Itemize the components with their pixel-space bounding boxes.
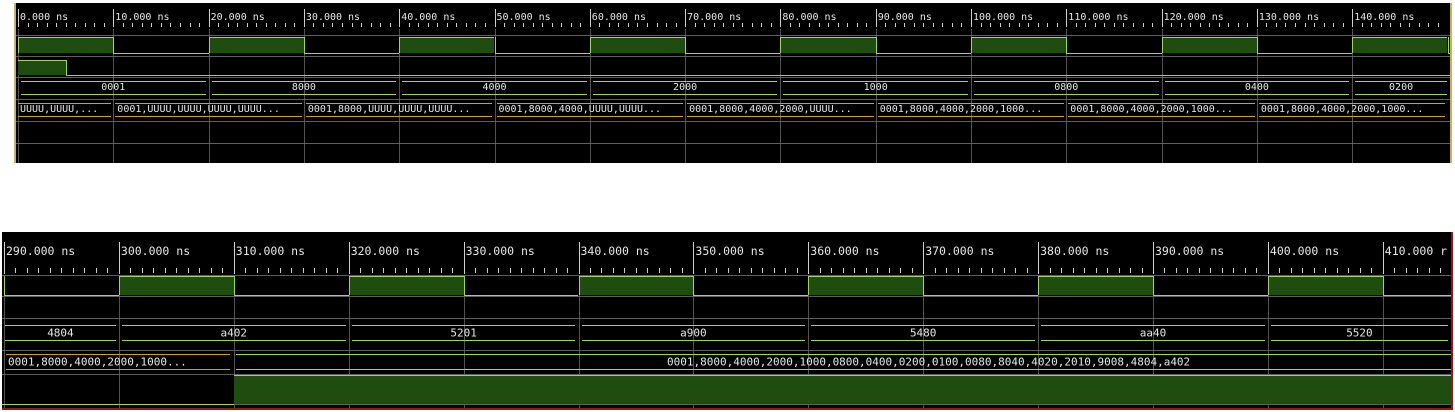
done-high-level bbox=[233, 375, 1451, 404]
waveform-panel-top[interactable]: 0.000 ns 10.000 ns 20.000 ns 30.000 ns 40.00… bbox=[14, 3, 1452, 163]
done-low-segment bbox=[2, 404, 234, 405]
array-value-label: 0001,8000,4000,UUUU,UUUU... bbox=[498, 104, 662, 115]
array-value-label: UUUU,UUUU,... bbox=[20, 104, 99, 115]
array-value-label: 0001,8000,UUUU,UUUU,UUUU... bbox=[307, 104, 471, 115]
array-value-label: 0001,UUUU,UUUU,UUUU,UUUU... bbox=[117, 104, 280, 115]
history-array-signal[interactable]: UUUU,UUUU,... 0001,UUUU,UUUU,UUUU,UUUU...… bbox=[16, 3, 1450, 163]
array-value-label: 0001,8000,4000,2000,1000... bbox=[879, 104, 1043, 115]
done-signal[interactable] bbox=[2, 232, 1451, 408]
array-value-label: 0001,8000,4000,2000,1000... bbox=[1260, 104, 1424, 115]
array-value-label: 0001,8000,4000,2000,1000... bbox=[1070, 104, 1233, 115]
array-value-label: 0001,8000,4000,2000,UUUU... bbox=[689, 104, 852, 115]
waveform-panel-bottom[interactable]: 290.000 ns 300.000 ns 310.000 ns 320.000 ns… bbox=[2, 232, 1453, 410]
